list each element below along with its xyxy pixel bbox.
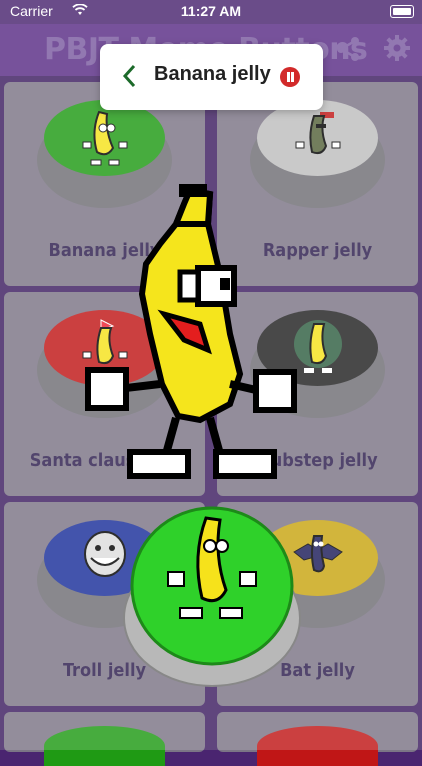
now-playing-popup: Banana jelly xyxy=(100,44,323,110)
sound-cell[interactable] xyxy=(217,712,418,766)
share-icon[interactable] xyxy=(336,36,360,62)
sound-cell[interactable] xyxy=(4,712,205,766)
clock: 11:27 AM xyxy=(180,3,242,19)
chevron-left-icon[interactable] xyxy=(122,64,136,88)
dancing-banana-animation xyxy=(85,184,297,479)
sound-button[interactable] xyxy=(257,100,378,176)
now-playing-button[interactable] xyxy=(122,506,302,688)
rapper-banana-icon xyxy=(295,112,340,155)
gear-icon[interactable] xyxy=(384,35,410,61)
battery-icon xyxy=(390,5,414,18)
pause-icon[interactable] xyxy=(280,67,300,87)
now-playing-title: Banana jelly xyxy=(154,63,271,85)
status-bar: Carrier 11:27 AM xyxy=(0,0,422,24)
sound-button[interactable] xyxy=(44,100,165,176)
sound-button[interactable] xyxy=(44,726,165,766)
sound-button[interactable] xyxy=(257,726,378,766)
banana-icon xyxy=(82,110,127,166)
